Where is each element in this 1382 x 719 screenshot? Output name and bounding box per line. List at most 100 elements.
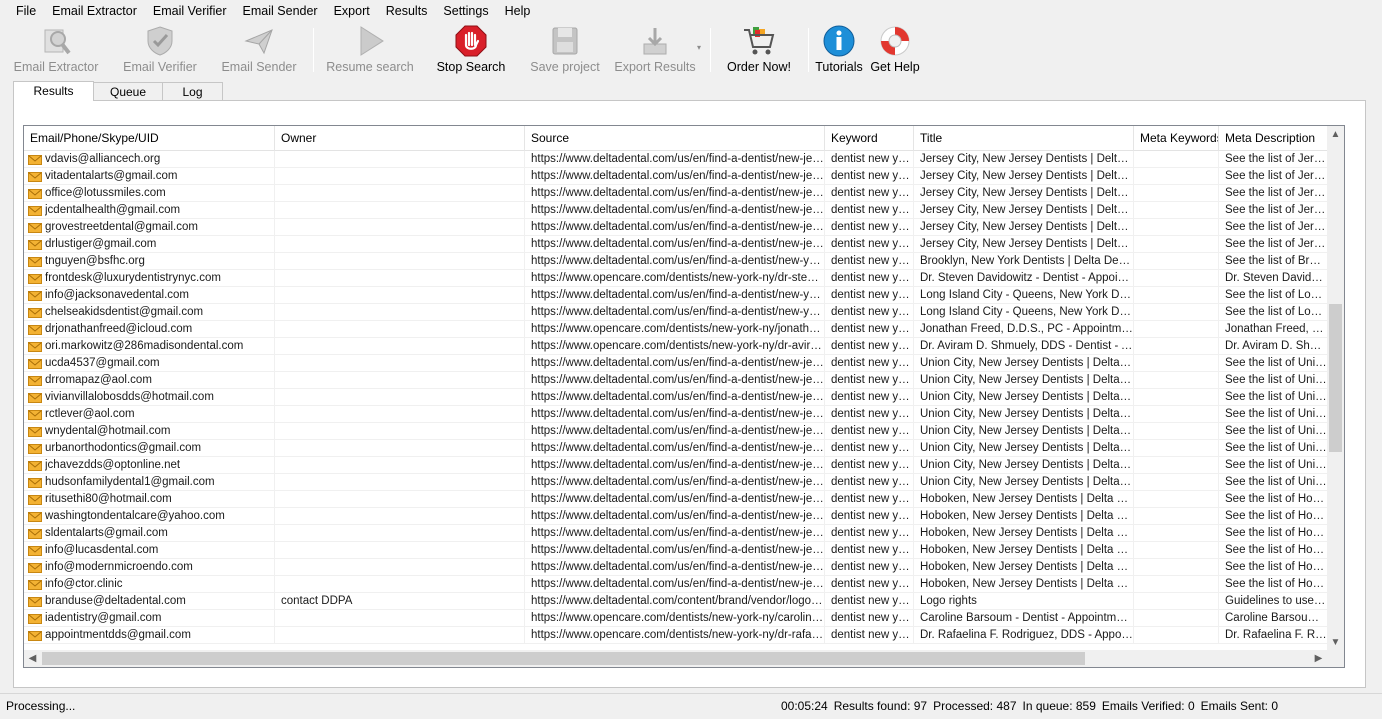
- cell-title-text: Dr. Rafaelina F. Rodriguez, DDS - Appoin…: [920, 629, 1134, 641]
- table-row[interactable]: urbanorthodontics@gmail.com https://www.d…: [24, 440, 1327, 457]
- cell-title: Jersey City, New Jersey Dentists | Delta…: [914, 168, 1134, 185]
- table-row[interactable]: vdavis@alliancech.org https://www.deltade…: [24, 151, 1327, 168]
- cell-meta-keywords: [1134, 406, 1219, 423]
- tab-queue[interactable]: Queue: [93, 82, 163, 101]
- table-row[interactable]: info@ctor.clinic https://www.deltadental.…: [24, 576, 1327, 593]
- get-help-button[interactable]: Get Help: [868, 22, 922, 76]
- column-header-keyword[interactable]: Keyword: [825, 126, 914, 151]
- column-header-email[interactable]: Email/Phone/Skype/UID: [24, 126, 275, 151]
- tab-log[interactable]: Log: [162, 82, 223, 101]
- column-header-meta-keywords[interactable]: Meta Keywords: [1134, 126, 1219, 151]
- cell-source: https://www.deltadental.com/us/en/find-a…: [525, 559, 825, 576]
- cell-meta-description-text: See the list of Jersey C: [1225, 170, 1327, 182]
- table-row[interactable]: office@lotussmiles.com https://www.deltad…: [24, 185, 1327, 202]
- column-header-meta-description[interactable]: Meta Description: [1219, 126, 1327, 151]
- horizontal-scroll-thumb[interactable]: [42, 652, 1085, 665]
- menu-file[interactable]: File: [8, 0, 44, 22]
- cell-source-text: https://www.deltadental.com/us/en/find-a…: [531, 527, 825, 539]
- cell-meta-description: Guidelines to use the: [1219, 593, 1327, 610]
- scroll-down-icon[interactable]: ▼: [1327, 634, 1344, 651]
- save-project-button[interactable]: Save project: [527, 22, 603, 76]
- cell-keyword: dentist new york: [825, 525, 914, 542]
- table-row[interactable]: washingtondentalcare@yahoo.com https://ww…: [24, 508, 1327, 525]
- table-row[interactable]: sldentalarts@gmail.com https://www.deltad…: [24, 525, 1327, 542]
- cell-meta-keywords: [1134, 287, 1219, 304]
- vertical-scrollbar[interactable]: ▲ ▼: [1327, 126, 1344, 651]
- cell-title: Jersey City, New Jersey Dentists | Delta…: [914, 236, 1134, 253]
- table-row[interactable]: branduse@deltadental.com contact DDPA http…: [24, 593, 1327, 610]
- table-row[interactable]: vivianvillalobosdds@hotmail.com https://w…: [24, 389, 1327, 406]
- cell-source: https://www.deltadental.com/us/en/find-a…: [525, 440, 825, 457]
- cell-email: frontdesk@luxurydentistrynyc.com: [24, 270, 275, 287]
- table-row[interactable]: ori.markowitz@286madisondental.com https:…: [24, 338, 1327, 355]
- table-row[interactable]: wnydental@hotmail.com https://www.deltade…: [24, 423, 1327, 440]
- results-table[interactable]: Email/Phone/Skype/UID Owner Source Keywo…: [23, 125, 1345, 668]
- cell-email-text: ucda4537@gmail.com: [45, 357, 160, 369]
- envelope-icon: [28, 324, 42, 335]
- menu-export[interactable]: Export: [326, 0, 378, 22]
- envelope-icon: [28, 596, 42, 607]
- cell-title-text: Dr. Aviram D. Shmuely, DDS - Dentist - A…: [920, 340, 1134, 352]
- table-row[interactable]: frontdesk@luxurydentistrynyc.com https://…: [24, 270, 1327, 287]
- cell-email-text: vivianvillalobosdds@hotmail.com: [45, 391, 214, 403]
- email-verifier-button[interactable]: Email Verifier: [120, 22, 200, 76]
- menu-settings[interactable]: Settings: [435, 0, 496, 22]
- horizontal-scrollbar[interactable]: ◀ ▶: [24, 650, 1344, 667]
- menu-email-verifier[interactable]: Email Verifier: [145, 0, 235, 22]
- cell-meta-keywords: [1134, 457, 1219, 474]
- cell-source: https://www.deltadental.com/us/en/find-a…: [525, 304, 825, 321]
- email-sender-button[interactable]: Email Sender: [220, 22, 298, 76]
- menu-help[interactable]: Help: [497, 0, 539, 22]
- table-row[interactable]: grovestreetdental@gmail.com https://www.d…: [24, 219, 1327, 236]
- table-row[interactable]: chelseakidsdentist@gmail.com https://www.…: [24, 304, 1327, 321]
- menu-email-extractor[interactable]: Email Extractor: [44, 0, 145, 22]
- cell-meta-description: See the list of Union C: [1219, 355, 1327, 372]
- cell-meta-keywords: [1134, 559, 1219, 576]
- order-now-button[interactable]: Order Now!: [724, 22, 794, 76]
- table-row[interactable]: jchavezdds@optonline.net https://www.delt…: [24, 457, 1327, 474]
- menu-email-sender[interactable]: Email Sender: [235, 0, 326, 22]
- menu-results[interactable]: Results: [378, 0, 436, 22]
- table-row[interactable]: jcdentalhealth@gmail.com https://www.delt…: [24, 202, 1327, 219]
- cell-email-text: iadentistry@gmail.com: [45, 612, 162, 624]
- resume-search-button[interactable]: Resume search: [326, 22, 414, 76]
- column-header-owner[interactable]: Owner: [275, 126, 525, 151]
- cell-email: vitadentalarts@gmail.com: [24, 168, 275, 185]
- cell-keyword-text: dentist new york: [831, 425, 914, 437]
- envelope-icon: [28, 307, 42, 318]
- cell-keyword-text: dentist new york: [831, 289, 914, 301]
- export-dropdown-arrow-icon[interactable]: ▾: [697, 43, 701, 52]
- table-row[interactable]: vitadentalarts@gmail.com https://www.delt…: [24, 168, 1327, 185]
- table-row[interactable]: rctlever@aol.com https://www.deltadental.…: [24, 406, 1327, 423]
- table-row[interactable]: tnguyen@bsfhc.org https://www.deltadental…: [24, 253, 1327, 270]
- scroll-up-icon[interactable]: ▲: [1327, 126, 1344, 143]
- table-row[interactable]: drromapaz@aol.com https://www.deltadental…: [24, 372, 1327, 389]
- email-extractor-button[interactable]: Email Extractor: [12, 22, 100, 76]
- export-results-button[interactable]: Export Results: [612, 22, 698, 76]
- cell-source-text: https://www.deltadental.com/us/en/find-a…: [531, 476, 825, 488]
- cell-meta-description: See the list of Hoboke: [1219, 559, 1327, 576]
- scroll-left-icon[interactable]: ◀: [24, 650, 41, 667]
- tab-results[interactable]: Results: [13, 81, 94, 101]
- cell-keyword-text: dentist new york: [831, 204, 914, 216]
- table-row[interactable]: ucda4537@gmail.com https://www.deltadenta…: [24, 355, 1327, 372]
- envelope-icon: [28, 528, 42, 539]
- cell-title: Hoboken, New Jersey Dentists | Delta De.…: [914, 576, 1134, 593]
- column-header-source[interactable]: Source: [525, 126, 825, 151]
- envelope-icon: [28, 460, 42, 471]
- table-row[interactable]: ritusethi80@hotmail.com https://www.delta…: [24, 491, 1327, 508]
- table-row[interactable]: hudsonfamilydental1@gmail.com https://www…: [24, 474, 1327, 491]
- tutorials-button[interactable]: Tutorials: [813, 22, 865, 76]
- table-row[interactable]: drjonathanfreed@icloud.com https://www.op…: [24, 321, 1327, 338]
- column-header-title[interactable]: Title: [914, 126, 1134, 151]
- table-row[interactable]: info@jacksonavedental.com https://www.del…: [24, 287, 1327, 304]
- table-row[interactable]: drlustiger@gmail.com https://www.deltaden…: [24, 236, 1327, 253]
- table-row[interactable]: iadentistry@gmail.com https://www.opencar…: [24, 610, 1327, 627]
- table-row[interactable]: appointmentdds@gmail.com https://www.open…: [24, 627, 1327, 644]
- table-row[interactable]: info@modernmicroendo.com https://www.delt…: [24, 559, 1327, 576]
- stop-search-button[interactable]: Stop Search: [435, 22, 507, 76]
- scroll-right-icon[interactable]: ▶: [1310, 650, 1327, 667]
- cell-meta-keywords: [1134, 185, 1219, 202]
- table-row[interactable]: info@lucasdental.com https://www.deltaden…: [24, 542, 1327, 559]
- vertical-scroll-thumb[interactable]: [1329, 304, 1342, 452]
